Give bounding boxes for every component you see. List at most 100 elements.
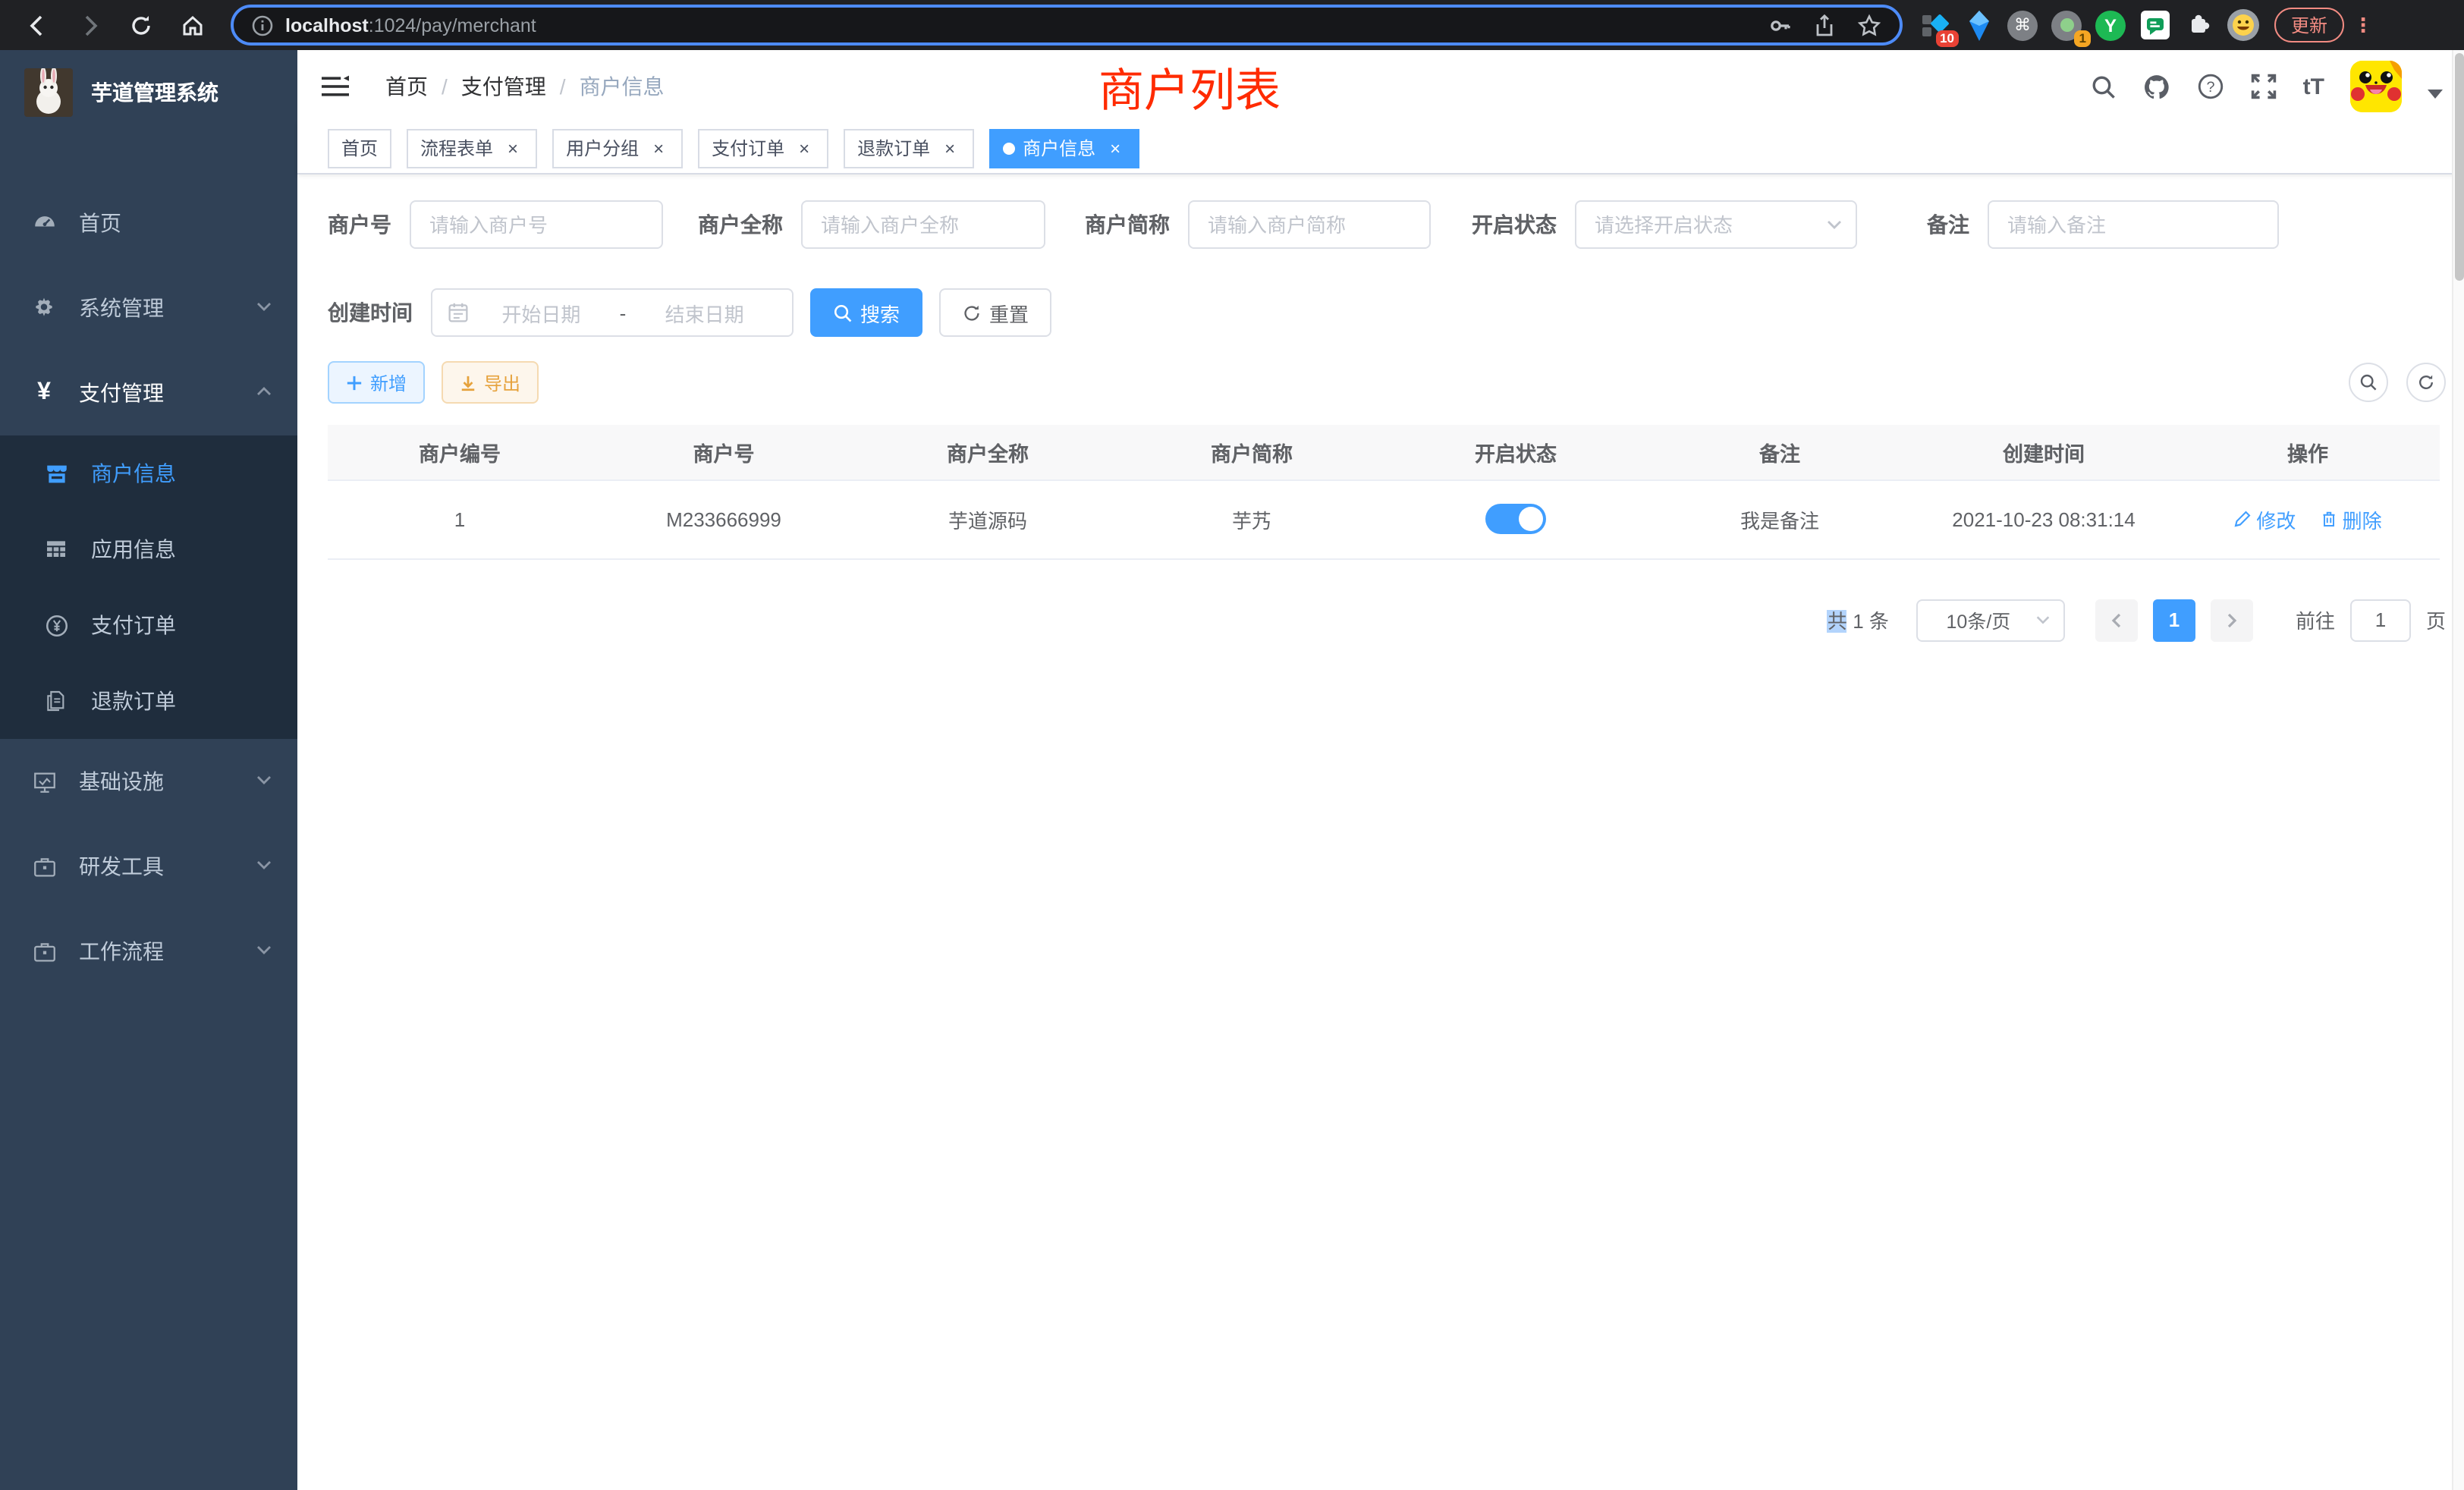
end-date-placeholder[interactable]: 结束日期 — [632, 298, 777, 327]
extension-y-button[interactable]: Y — [2094, 8, 2127, 42]
briefcase-icon — [30, 938, 58, 964]
app-logo-row[interactable]: 芋道管理系统 — [0, 50, 297, 135]
prev-page-button[interactable] — [2095, 599, 2138, 641]
create-time-range-picker[interactable]: 开始日期 - 结束日期 — [431, 288, 794, 337]
tab-pay-order[interactable]: 支付订单× — [698, 128, 828, 168]
next-page-button[interactable] — [2211, 599, 2253, 641]
sidebar-item-refund-order[interactable]: 退款订单 — [0, 663, 297, 739]
search-button[interactable]: 搜索 — [810, 288, 922, 337]
sidebar-menu: 首页 系统管理 ¥ 支付管理 商户信息 — [0, 181, 297, 994]
extension-chat-button[interactable] — [2138, 8, 2171, 42]
back-button[interactable] — [18, 5, 58, 45]
tab-merchant-info[interactable]: 商户信息× — [989, 128, 1139, 168]
app-navbar: 首页 / 支付管理 / 商户信息 商户列表 ? t — [297, 50, 2464, 123]
tab-label: 用户分组 — [566, 135, 639, 161]
short-name-input[interactable] — [1188, 200, 1431, 249]
page-size-value[interactable] — [1916, 599, 2065, 641]
merchant-no-input[interactable] — [410, 200, 663, 249]
page-1-button[interactable]: 1 — [2153, 599, 2195, 641]
goto-page-input[interactable] — [2350, 599, 2411, 641]
yen-icon: ¥ — [30, 379, 58, 407]
hide-search-button[interactable] — [2349, 363, 2388, 402]
url-path: :1024/pay/merchant — [369, 14, 536, 36]
remark-input[interactable] — [1988, 200, 2279, 249]
close-icon[interactable]: × — [939, 137, 960, 159]
close-icon[interactable]: × — [502, 137, 523, 159]
browser-menu-button[interactable]: ⋮ — [2353, 13, 2373, 37]
breadcrumb-home[interactable]: 首页 — [385, 71, 428, 102]
col-create-time: 创建时间 — [1912, 425, 2176, 479]
home-button[interactable] — [173, 5, 212, 45]
extension-command-button[interactable]: ⌘ — [2006, 8, 2039, 42]
gear-icon — [30, 296, 58, 320]
sidebar-fold-button[interactable] — [322, 74, 349, 99]
calendar-icon — [448, 302, 469, 323]
url-text: localhost:1024/pay/merchant — [285, 14, 1746, 36]
share-button[interactable] — [1813, 13, 1836, 37]
url-bar[interactable]: localhost:1024/pay/merchant — [231, 5, 1903, 46]
edit-link[interactable]: 修改 — [2233, 505, 2296, 533]
github-button[interactable] — [2142, 72, 2171, 101]
extension-recorder-button[interactable]: 1 — [2050, 8, 2083, 42]
sidebar-item-infrastructure[interactable]: 基础设施 — [0, 739, 297, 824]
delete-link[interactable]: 删除 — [2320, 505, 2382, 533]
header-search-button[interactable] — [2091, 74, 2117, 99]
full-name-input[interactable] — [801, 200, 1045, 249]
font-size-button[interactable]: tT — [2303, 74, 2324, 99]
sidebar-item-payment[interactable]: ¥ 支付管理 — [0, 350, 297, 435]
status-toggle-on[interactable] — [1485, 504, 1546, 534]
sidebar-item-merchant-info[interactable]: 商户信息 — [0, 435, 297, 511]
extensions-puzzle-button[interactable] — [2182, 8, 2215, 42]
page-scrollbar[interactable] — [2452, 50, 2464, 1490]
close-icon[interactable]: × — [794, 137, 815, 159]
col-status: 开启状态 — [1384, 425, 1648, 479]
monitor-chart-icon — [30, 769, 58, 794]
sidebar-item-home[interactable]: 首页 — [0, 181, 297, 266]
password-key-button[interactable] — [1768, 13, 1792, 37]
close-icon[interactable]: × — [648, 137, 669, 159]
tab-refund-order[interactable]: 退款订单× — [844, 128, 974, 168]
site-info-icon[interactable] — [252, 14, 273, 36]
start-date-placeholder[interactable]: 开始日期 — [469, 298, 614, 327]
reload-button[interactable] — [121, 5, 161, 45]
status-select[interactable] — [1575, 200, 1857, 249]
avatar-caret-down-icon[interactable] — [2428, 90, 2443, 99]
user-avatar[interactable] — [2350, 61, 2402, 112]
sidebar-item-label: 支付管理 — [79, 378, 255, 408]
bookmark-star-button[interactable] — [1857, 13, 1881, 37]
extension-tiles-button[interactable]: 10 — [1918, 8, 1951, 42]
scrollbar-thumb[interactable] — [2455, 53, 2464, 281]
tab-label: 流程表单 — [420, 135, 493, 161]
sidebar-item-app-info[interactable]: 应用信息 — [0, 511, 297, 587]
tab-home[interactable]: 首页 — [328, 128, 391, 168]
y-logo-icon: Y — [2095, 10, 2126, 40]
sidebar-item-pay-order[interactable]: 支付订单 — [0, 587, 297, 663]
grid-icon — [42, 537, 70, 561]
page-size-select[interactable] — [1916, 599, 2065, 641]
col-short-name: 商户简称 — [1120, 425, 1384, 479]
sidebar-item-label: 工作流程 — [79, 936, 255, 967]
chrome-update-button[interactable]: 更新 — [2274, 8, 2344, 42]
tab-user-group[interactable]: 用户分组 × — [552, 128, 683, 168]
status-select-input[interactable] — [1575, 200, 1857, 249]
close-icon[interactable]: × — [1105, 137, 1126, 159]
refresh-table-button[interactable] — [2406, 363, 2446, 402]
help-button[interactable]: ? — [2197, 73, 2224, 100]
total-prefix-highlighted: 共 — [1828, 610, 1847, 633]
trash-icon — [2320, 510, 2338, 528]
reset-button[interactable]: 重置 — [939, 288, 1051, 337]
add-button[interactable]: 新增 — [328, 361, 425, 404]
breadcrumb-payment[interactable]: 支付管理 — [461, 71, 546, 102]
sidebar-item-system[interactable]: 系统管理 — [0, 266, 297, 350]
tab-process-form[interactable]: 流程表单 × — [407, 128, 537, 168]
col-full-name: 商户全称 — [856, 425, 1120, 479]
table-row: 1 M233666999 芋道源码 芋艿 我是备注 2021-10-23 08:… — [328, 479, 2440, 558]
export-button[interactable]: 导出 — [442, 361, 539, 404]
sidebar-item-dev-tools[interactable]: 研发工具 — [0, 824, 297, 909]
sidebar-item-workflow[interactable]: 工作流程 — [0, 909, 297, 994]
fullscreen-button[interactable] — [2250, 73, 2277, 100]
forward-button[interactable] — [70, 5, 109, 45]
browser-profile-avatar[interactable] — [2226, 8, 2259, 42]
search-icon — [833, 303, 853, 322]
extension-gem-button[interactable] — [1962, 8, 1995, 42]
